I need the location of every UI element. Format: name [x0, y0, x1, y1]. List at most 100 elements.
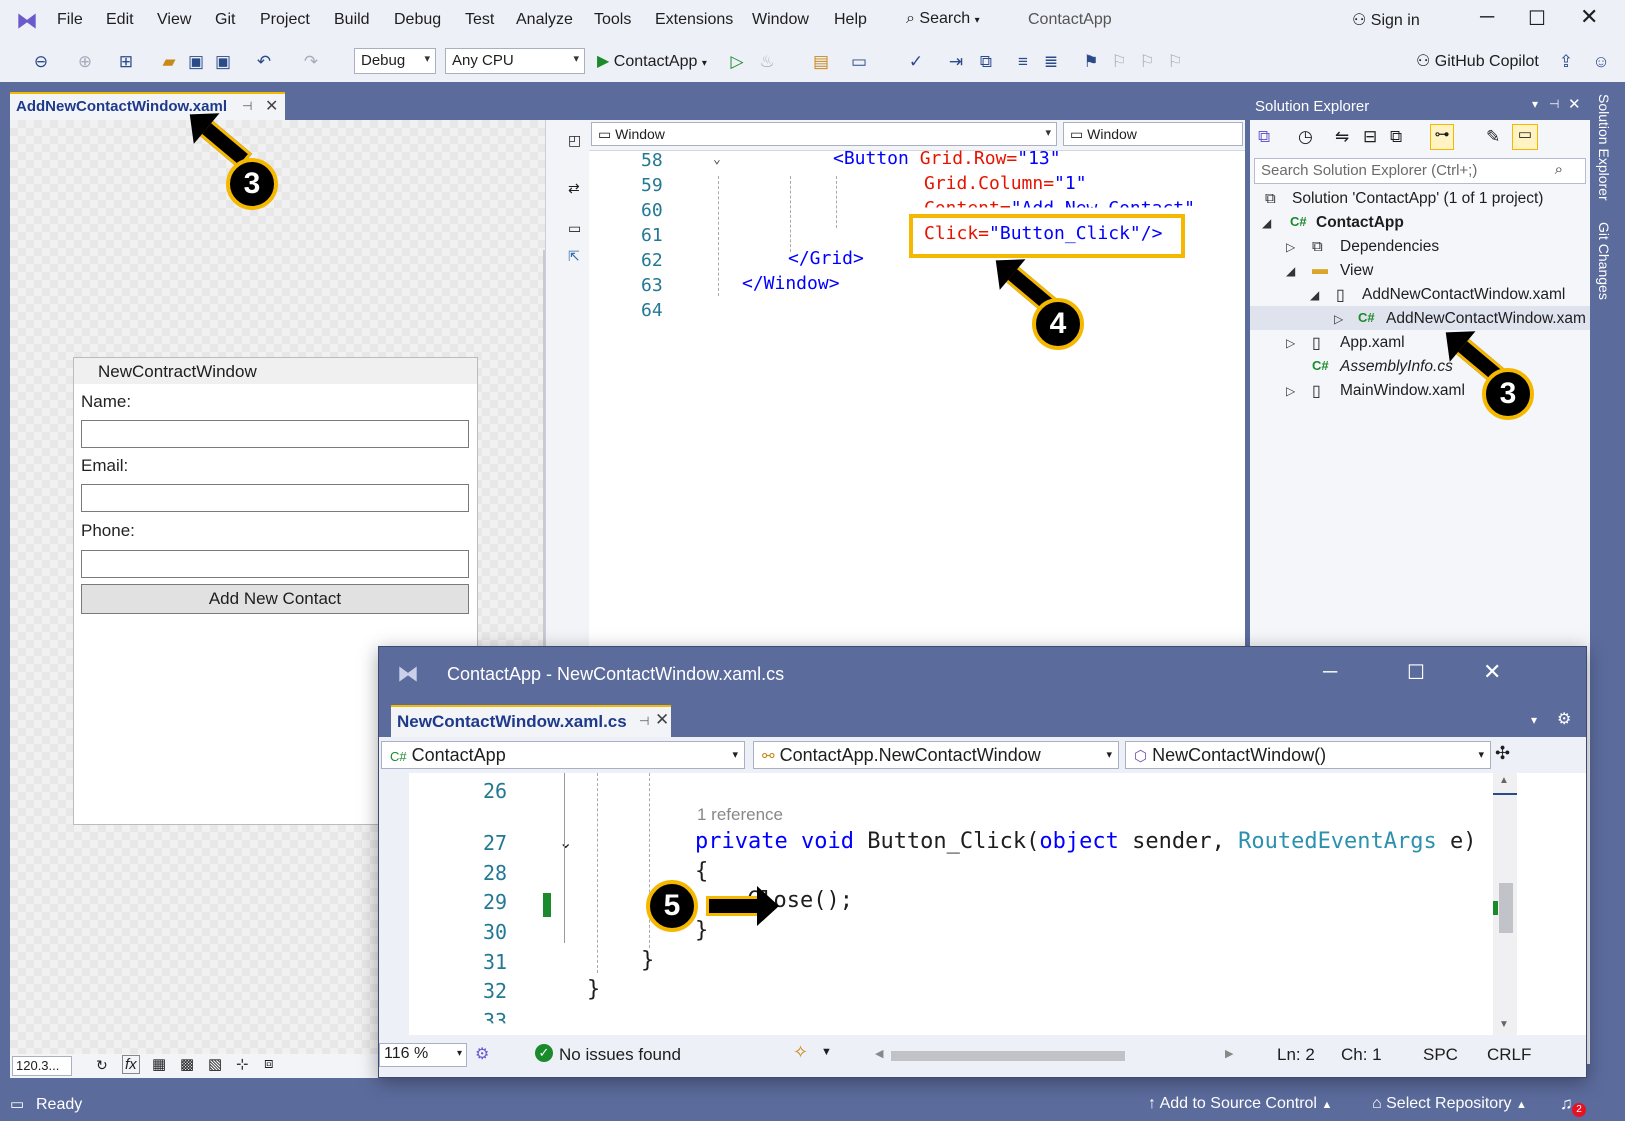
- collapse-chevron-icon[interactable]: ⌄: [559, 833, 572, 853]
- close-icon[interactable]: ✕: [265, 96, 278, 116]
- menu-test[interactable]: Test: [465, 11, 494, 29]
- snap-lines-icon[interactable]: ⊹: [236, 1055, 249, 1073]
- copilot-button[interactable]: ⚇ GitHub Copilot: [1416, 51, 1539, 71]
- minimize-button[interactable]: ─: [1480, 6, 1494, 29]
- switch-views-icon[interactable]: ⧉: [1258, 127, 1270, 147]
- scroll-up-icon[interactable]: ▲: [1499, 775, 1509, 786]
- menu-analyze[interactable]: Analyze: [516, 11, 573, 29]
- whitespace-indicator[interactable]: SPC: [1423, 1045, 1458, 1065]
- add-to-source-control-button[interactable]: ↑ Add to Source Control ▲: [1148, 1095, 1332, 1113]
- back-icon[interactable]: ⊖: [30, 51, 52, 73]
- scroll-down-icon[interactable]: ▼: [1499, 1019, 1509, 1030]
- reference-hint[interactable]: 1 reference: [697, 805, 783, 825]
- xaml-member-select[interactable]: ▭ Window: [1063, 122, 1243, 146]
- collapsed-triangle-icon[interactable]: ▷: [1286, 336, 1295, 350]
- tree-assembly-info[interactable]: AssemblyInfo.cs: [1340, 358, 1453, 376]
- menu-edit[interactable]: Edit: [106, 11, 134, 29]
- expanded-triangle-icon[interactable]: ◢: [1310, 288, 1319, 302]
- class-select[interactable]: ⚯ ContactApp.NewContactWindow ▾: [753, 741, 1119, 769]
- pin-icon[interactable]: ⊣: [242, 99, 252, 113]
- menu-debug[interactable]: Debug: [394, 11, 441, 29]
- filter-icon[interactable]: ⊶: [1430, 124, 1454, 150]
- swap-panes-icon[interactable]: ⇄: [568, 180, 580, 197]
- share-icon[interactable]: ⇪: [1555, 51, 1577, 73]
- tree-xaml-file[interactable]: AddNewContactWindow.xaml: [1362, 286, 1565, 304]
- run-button[interactable]: ▶ ContactApp ▾: [597, 51, 707, 71]
- issues-status[interactable]: No issues found: [559, 1045, 681, 1065]
- layout-icon[interactable]: ▭: [848, 51, 870, 73]
- compare-icon[interactable]: ⧉: [975, 51, 997, 73]
- run-without-debug-icon[interactable]: ▷: [726, 51, 748, 73]
- collapsed-triangle-icon[interactable]: ▷: [1286, 240, 1295, 254]
- vertical-split-icon[interactable]: ▭: [568, 220, 581, 237]
- line-indicator[interactable]: Ln: 2: [1277, 1045, 1315, 1065]
- tree-app-xaml[interactable]: App.xaml: [1340, 334, 1405, 352]
- project-select[interactable]: C# ContactApp ▾: [381, 741, 745, 769]
- scroll-right-icon[interactable]: ▶: [1225, 1047, 1233, 1060]
- artboard-icon[interactable]: ▧: [208, 1055, 222, 1073]
- sync-icon[interactable]: ⇋: [1335, 127, 1349, 147]
- member-select[interactable]: ⬡ NewContactWindow() ▾: [1125, 741, 1491, 769]
- chevron-down-icon[interactable]: ▼: [821, 1046, 832, 1058]
- undo-icon[interactable]: ↶: [253, 51, 275, 73]
- side-tab-solution-explorer[interactable]: Solution Explorer: [1596, 94, 1612, 201]
- close-button[interactable]: ✕: [1580, 4, 1598, 30]
- menu-tools[interactable]: Tools: [594, 11, 631, 29]
- collapse-all-icon[interactable]: ⊟: [1363, 127, 1377, 147]
- pin-icon[interactable]: ⊣: [1549, 97, 1559, 111]
- pin-icon[interactable]: ⊣: [639, 714, 649, 728]
- csharp-code-editor[interactable]: 26 27 28 29 30 31 32 33 ⌄ 1 reference pr…: [379, 773, 1586, 1035]
- menu-build[interactable]: Build: [334, 11, 370, 29]
- column-indicator[interactable]: Ch: 1: [1341, 1045, 1382, 1065]
- name-field[interactable]: [81, 420, 469, 448]
- line-ending-indicator[interactable]: CRLF: [1487, 1045, 1531, 1065]
- tab-new-contact-window-cs[interactable]: NewContactWindow.xaml.cs ⊣ ✕: [391, 705, 671, 737]
- indent-icon[interactable]: ≡: [1012, 51, 1034, 73]
- tab-list-icon[interactable]: ▾: [1531, 713, 1537, 727]
- expanded-triangle-icon[interactable]: ◢: [1262, 216, 1271, 230]
- tree-project[interactable]: ContactApp: [1316, 214, 1404, 232]
- search-button[interactable]: ⌕ Search ▾: [906, 10, 980, 28]
- save-all-icon[interactable]: ▣: [212, 51, 234, 73]
- properties-icon[interactable]: ✎: [1486, 127, 1500, 147]
- collapsed-triangle-icon[interactable]: ▷: [1286, 384, 1295, 398]
- menu-window[interactable]: Window: [752, 11, 809, 29]
- redo-icon[interactable]: ↷: [300, 51, 322, 73]
- gear-icon[interactable]: ⚙: [1557, 709, 1571, 729]
- xaml-element-select[interactable]: ▭ Window ▾: [591, 122, 1057, 146]
- close-icon[interactable]: ✕: [1568, 95, 1581, 113]
- bookmark-prev-icon[interactable]: ⚐: [1108, 51, 1130, 73]
- device-icon[interactable]: ⧈: [264, 1055, 274, 1072]
- collapse-chevron-icon[interactable]: ⌄: [713, 152, 721, 167]
- menu-project[interactable]: Project: [260, 11, 310, 29]
- expanded-triangle-icon[interactable]: ◢: [1286, 264, 1295, 278]
- side-tab-git-changes[interactable]: Git Changes: [1596, 222, 1612, 300]
- step-icon[interactable]: ⇥: [945, 51, 967, 73]
- platform-select[interactable]: Any CPU ▾: [445, 48, 585, 74]
- bookmark-icon[interactable]: ⚑: [1080, 51, 1102, 73]
- menu-help[interactable]: Help: [834, 11, 867, 29]
- tab-add-new-contact-xaml[interactable]: AddNewContactWindow.xaml ⊣ ✕: [10, 92, 285, 120]
- designer-zoom-select[interactable]: 120.3...: [12, 1056, 72, 1076]
- cleanup-broom-icon[interactable]: ✧: [793, 1042, 808, 1063]
- maximize-button[interactable]: ☐: [1407, 660, 1425, 685]
- bookmark-clear-icon[interactable]: ⚐: [1164, 51, 1186, 73]
- config-select[interactable]: Debug ▾: [354, 48, 436, 74]
- menu-git[interactable]: Git: [215, 11, 235, 29]
- solution-search-input[interactable]: Search Solution Explorer (Ctrl+;) ⌕: [1254, 158, 1586, 184]
- scroll-thumb[interactable]: [1499, 883, 1513, 933]
- fx-icon[interactable]: fx: [122, 1055, 140, 1074]
- open-folder-icon[interactable]: ▰: [158, 51, 180, 73]
- phone-field[interactable]: [81, 550, 469, 578]
- tree-cs-file[interactable]: AddNewContactWindow.xam: [1386, 310, 1586, 328]
- intellicode-icon[interactable]: ⚙: [475, 1044, 489, 1064]
- history-icon[interactable]: ◷: [1298, 127, 1313, 147]
- menu-view[interactable]: View: [157, 11, 191, 29]
- save-icon[interactable]: ▣: [185, 51, 207, 73]
- tree-solution[interactable]: Solution 'ContactApp' (1 of 1 project): [1292, 190, 1543, 208]
- tree-view-folder[interactable]: View: [1340, 262, 1373, 280]
- horizontal-scroll-thumb[interactable]: [891, 1051, 1125, 1061]
- close-icon[interactable]: ✕: [655, 710, 669, 730]
- snap-grid-icon[interactable]: ▩: [180, 1055, 194, 1073]
- sign-in-button[interactable]: ⚇ Sign in: [1352, 10, 1420, 30]
